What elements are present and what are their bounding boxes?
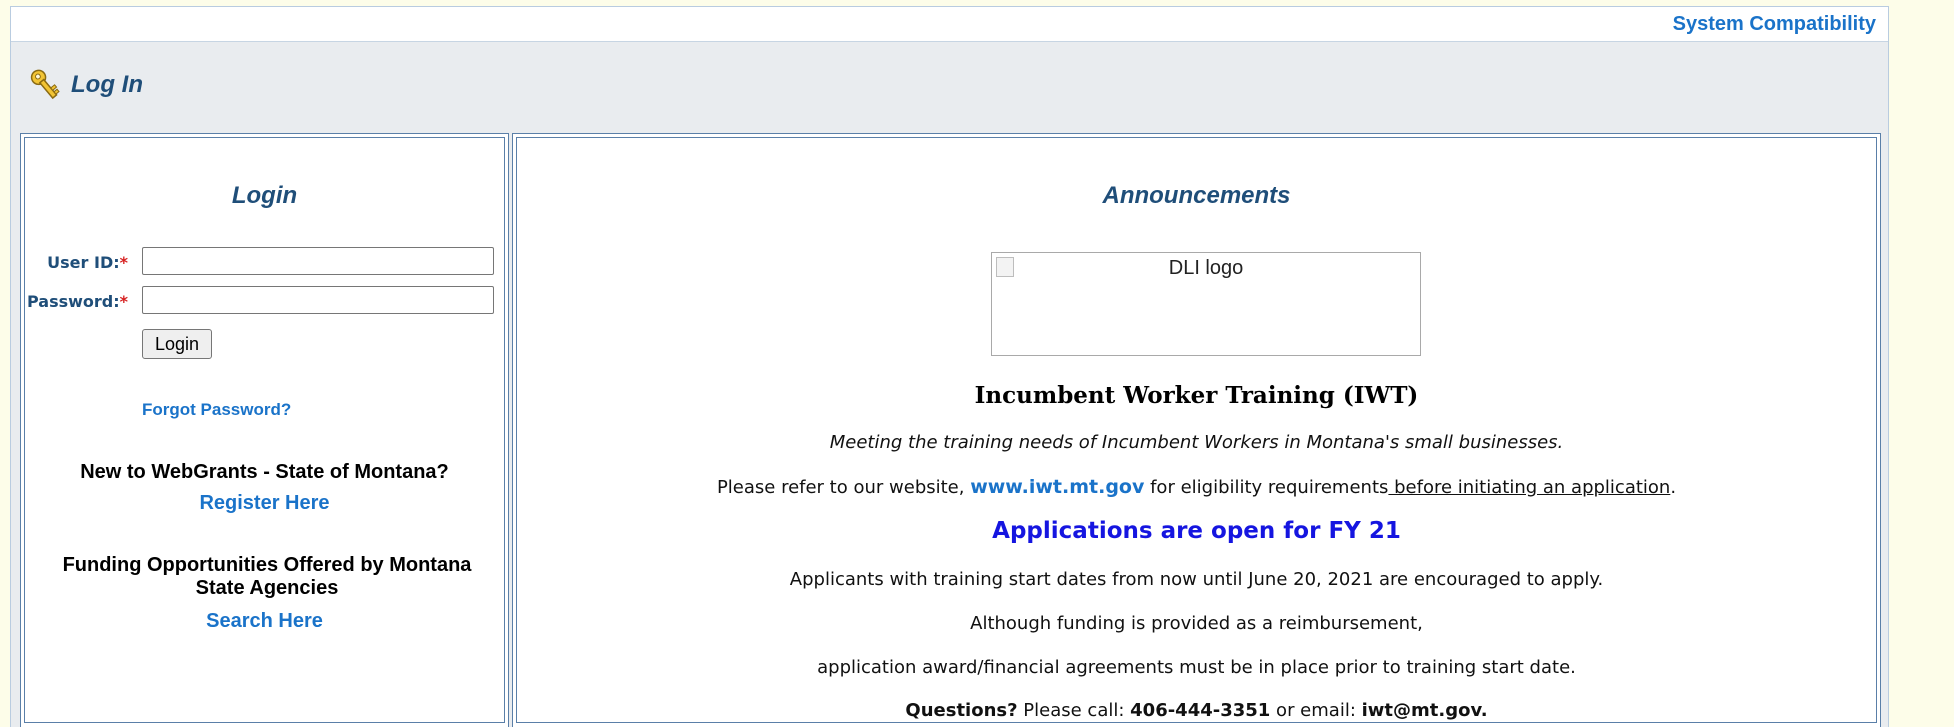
announcement-line-1: Applicants with training start dates fro… [789, 569, 1604, 590]
search-here-link[interactable]: Search Here [206, 610, 323, 632]
system-compatibility-link[interactable]: System Compatibility [1673, 13, 1876, 36]
page-frame: System Compatibility Log In Login User I… [10, 6, 1889, 727]
password-label: Password:* [26, 292, 128, 311]
applications-open-notice: Applications are open for FY 21 [992, 518, 1401, 544]
user-id-input[interactable] [142, 247, 494, 275]
new-user-prompt: New to WebGrants - State of Montana? [80, 461, 449, 483]
login-button[interactable]: Login [142, 329, 212, 359]
login-panel: Login User ID:* Password:* Login Forgot … [20, 133, 509, 727]
announcements-heading: Announcements [1102, 182, 1291, 209]
forgot-password-link[interactable]: Forgot Password? [142, 400, 291, 420]
questions-contact: Questions? Please call: 406-444-3351 or … [905, 700, 1488, 721]
announcement-line-2: Although funding is provided as a reimbu… [970, 613, 1423, 634]
password-input[interactable] [142, 286, 494, 314]
register-here-link[interactable]: Register Here [199, 492, 329, 514]
top-bar: System Compatibility [11, 7, 1888, 42]
contact-email: iwt@mt.gov. [1361, 700, 1488, 721]
dli-logo-image: DLI logo [991, 252, 1421, 356]
required-marker: * [119, 292, 128, 311]
required-marker: * [119, 253, 128, 272]
login-heading: Login [231, 182, 298, 209]
funding-prompt: Funding Opportunities Offered by Montana… [62, 554, 472, 599]
iwt-website-link[interactable]: www.iwt.mt.gov [970, 476, 1144, 498]
page-title: Log In [29, 65, 143, 105]
user-id-label: User ID:* [47, 253, 128, 272]
phone-number: 406-444-3351 [1130, 700, 1271, 721]
eligibility-notice: Please refer to our website, www.iwt.mt.… [716, 476, 1677, 498]
scrollbar-track[interactable] [1890, 6, 1914, 727]
dli-logo-alt-text: DLI logo [1168, 257, 1244, 279]
announcements-panel: Announcements DLI logo Incumbent Worker … [512, 133, 1881, 727]
key-icon [30, 69, 60, 100]
program-tagline: Meeting the training needs of Incumbent … [829, 432, 1564, 453]
program-title: Incumbent Worker Training (IWT) [974, 382, 1419, 409]
page-title-text: Log In [71, 71, 143, 98]
announcement-line-3: application award/financial agreements m… [817, 657, 1576, 678]
